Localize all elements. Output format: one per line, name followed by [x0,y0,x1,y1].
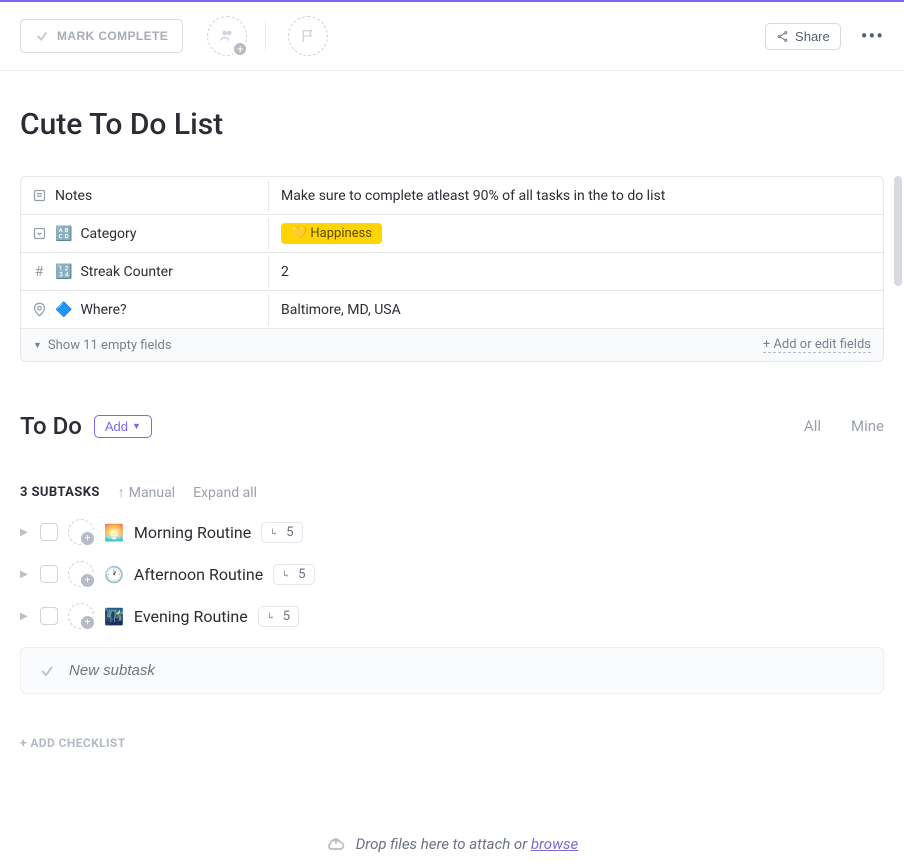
more-menu-button[interactable]: ••• [861,24,884,48]
chevron-down-icon: ▼ [33,340,42,351]
subtask-name[interactable]: Morning Routine [134,523,251,542]
flag-icon [300,28,316,44]
section-title: To Do [20,412,82,440]
filter-mine[interactable]: Mine [851,417,884,435]
add-edit-fields-button[interactable]: + Add or edit fields [763,337,871,353]
location-icon [31,302,47,317]
assignee-button[interactable] [68,561,94,587]
mark-complete-label: MARK COMPLETE [57,29,168,43]
plus-icon: + [232,41,248,57]
custom-fields-table: Notes Make sure to complete atleast 90% … [20,176,884,362]
expand-caret[interactable]: ▶ [20,611,30,622]
add-subtask-button[interactable]: Add ▼ [94,415,152,438]
expand-caret[interactable]: ▶ [20,569,30,580]
field-row-notes[interactable]: Notes Make sure to complete atleast 90% … [21,177,883,215]
count-value: 5 [298,567,305,582]
checkbox[interactable] [40,565,58,583]
arrow-up-icon: ↑ [118,484,125,501]
new-subtask-row[interactable] [20,647,884,694]
field-label: Category [80,226,136,242]
subtask-icon [270,526,282,538]
count-value: 5 [283,609,290,624]
subtask-row[interactable]: ▶ 🌃 Evening Routine 5 [20,603,884,629]
show-empty-label: Show 11 empty fields [48,338,172,353]
count-value: 5 [286,525,293,540]
assignee-button[interactable] [68,603,94,629]
subtask-name[interactable]: Evening Routine [134,607,248,626]
notes-icon [31,188,47,203]
new-subtask-input[interactable] [69,662,865,679]
subtask-emoji: 🌅 [104,523,124,542]
share-button[interactable]: Share [765,23,841,50]
subtask-row[interactable]: ▶ 🕐 Afternoon Routine 5 [20,561,884,587]
add-label: Add [105,419,128,434]
share-label: Share [795,29,830,44]
subtask-icon [282,568,294,580]
dropdown-icon [31,226,47,241]
subtask-emoji: 🕐 [104,565,124,584]
check-icon [35,29,49,43]
field-emoji: 🔢 [55,264,72,280]
subtask-name[interactable]: Afternoon Routine [134,565,263,584]
checkbox[interactable] [40,607,58,625]
category-tag[interactable]: 💛 Happiness [281,223,382,244]
scrollbar[interactable] [894,176,902,286]
expand-caret[interactable]: ▶ [20,527,30,538]
share-icon [776,30,789,43]
subtask-emoji: 🌃 [104,607,124,626]
field-value[interactable]: 2 [269,256,883,288]
field-value[interactable]: Baltimore, MD, USA [269,294,883,326]
content-area: Cute To Do List Notes Make sure to compl… [0,71,904,750]
field-row-where[interactable]: 🔷 Where? Baltimore, MD, USA [21,291,883,329]
assignee-button[interactable] [68,519,94,545]
toolbar: MARK COMPLETE + Share ••• [0,2,904,71]
browse-link[interactable]: browse [531,835,578,853]
field-emoji: 🔷 [55,302,72,318]
filter-all[interactable]: All [804,417,821,435]
field-value[interactable]: Make sure to complete atleast 90% of all… [269,180,883,212]
dropzone-text: Drop files here to attach or browse [356,835,579,853]
subtask-count-badge[interactable]: 5 [273,564,314,585]
field-value[interactable]: 💛 Happiness [269,215,883,252]
checkbox[interactable] [40,523,58,541]
sort-button[interactable]: ↑ Manual [118,484,175,501]
page-title[interactable]: Cute To Do List [20,107,884,142]
subtask-info-bar: 3 SUBTASKS ↑ Manual Expand all [20,484,884,501]
subtask-row[interactable]: ▶ 🌅 Morning Routine 5 [20,519,884,545]
number-icon: # [31,264,47,280]
field-row-category[interactable]: 🔠 Category 💛 Happiness [21,215,883,253]
field-row-streak[interactable]: # 🔢 Streak Counter 2 [21,253,883,291]
chevron-down-icon: ▼ [132,421,141,431]
show-empty-fields-button[interactable]: ▼ Show 11 empty fields [33,338,172,353]
field-label: Where? [80,302,126,318]
field-label: Streak Counter [80,264,172,280]
sort-label: Manual [129,485,175,501]
add-assignees-button[interactable]: + [207,16,247,56]
field-label: Notes [55,188,92,204]
subtask-icon [267,610,279,622]
file-dropzone[interactable]: Drop files here to attach or browse [0,820,904,868]
set-priority-button[interactable] [288,16,328,56]
subtask-count-badge[interactable]: 5 [258,606,299,627]
subtask-list: ▶ 🌅 Morning Routine 5 ▶ 🕐 Afternoon Rout… [20,519,884,629]
add-checklist-button[interactable]: + ADD CHECKLIST [20,736,884,750]
subtask-count-badge[interactable]: 5 [261,522,302,543]
cloud-upload-icon [326,834,346,854]
expand-all-button[interactable]: Expand all [193,485,257,501]
section-header: To Do Add ▼ All Mine [20,412,884,440]
fields-footer: ▼ Show 11 empty fields + Add or edit fie… [21,329,883,361]
mark-complete-button[interactable]: MARK COMPLETE [20,19,183,53]
divider [265,21,266,51]
field-emoji: 🔠 [55,226,72,242]
check-icon [39,663,55,679]
subtask-count: 3 SUBTASKS [20,485,100,500]
